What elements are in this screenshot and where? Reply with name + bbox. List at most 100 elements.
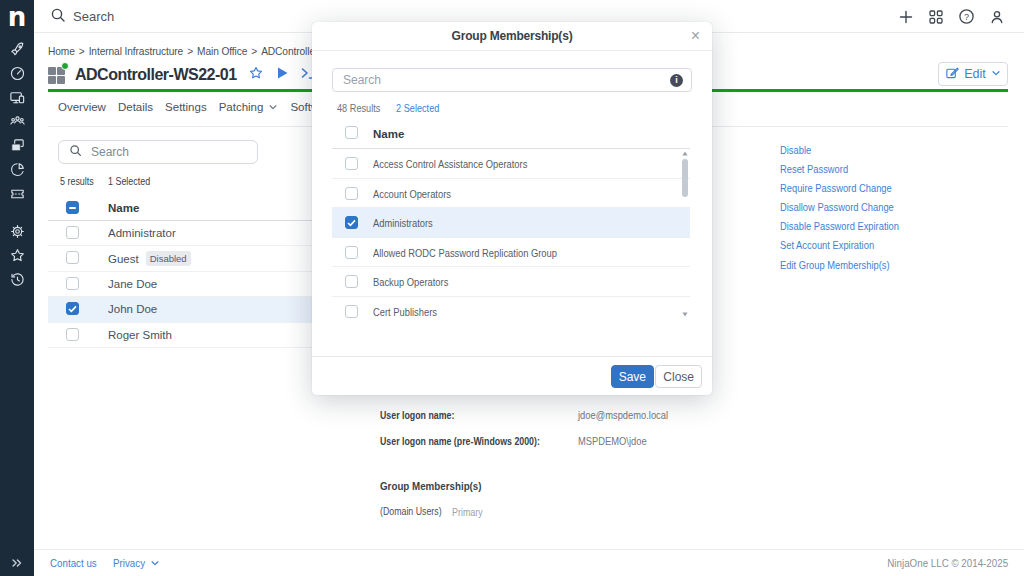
- row-checkbox[interactable]: [345, 246, 358, 259]
- row-checkbox[interactable]: [66, 251, 79, 264]
- save-button[interactable]: Save: [611, 365, 654, 388]
- results-count: 5 results: [60, 175, 100, 187]
- action-edit-group-membership[interactable]: Edit Group Membership(s): [780, 259, 920, 278]
- group-membership-modal: Group Membership(s) × Search i 48 Result…: [312, 22, 712, 395]
- modal-title: Group Membership(s): [312, 22, 712, 51]
- select-all-checkbox[interactable]: [66, 201, 79, 214]
- row-checkbox[interactable]: [66, 302, 79, 315]
- contact-us-link[interactable]: Contact us: [50, 557, 105, 569]
- table-row[interactable]: Administrator: [48, 221, 348, 246]
- run-play-icon[interactable]: [276, 66, 289, 84]
- edit-pencil-icon: [945, 66, 959, 83]
- group-row[interactable]: Backup Operators: [332, 267, 690, 297]
- history-icon[interactable]: [0, 267, 34, 291]
- selected-count: 1 Selected: [108, 175, 158, 187]
- select-all-checkbox[interactable]: [345, 126, 358, 139]
- modal-results-count: 48 Results: [337, 102, 388, 114]
- privacy-link[interactable]: Privacy: [113, 557, 160, 569]
- tab-patching[interactable]: Patching: [219, 101, 279, 113]
- info-icon[interactable]: i: [670, 74, 683, 87]
- scrollbar[interactable]: [682, 151, 689, 317]
- row-checkbox[interactable]: [66, 328, 79, 341]
- sidebar: n: [0, 0, 34, 576]
- modal-header: Group Membership(s) ×: [312, 22, 712, 51]
- table-row[interactable]: GuestDisabled: [48, 246, 348, 271]
- group-row[interactable]: Cert Publishers: [332, 297, 690, 321]
- sidebar-expand-button[interactable]: [0, 556, 34, 570]
- modal-table-header: Name: [332, 120, 690, 148]
- membership-name: (Domain Users): [380, 505, 457, 517]
- modal-footer: Save Close: [312, 356, 712, 395]
- search-placeholder: Search: [73, 9, 114, 24]
- breadcrumb-org[interactable]: Internal Infrastructure: [89, 46, 184, 57]
- close-button[interactable]: Close: [655, 365, 702, 388]
- row-checkbox[interactable]: [345, 157, 358, 170]
- windows-os-icon: [48, 66, 66, 84]
- edit-button[interactable]: Edit: [938, 62, 1008, 86]
- detail-value: jdoe@mspdemo.local: [578, 409, 684, 421]
- add-icon[interactable]: [898, 9, 914, 25]
- favorites-icon[interactable]: [0, 243, 34, 267]
- table-row[interactable]: Jane Doe: [48, 272, 348, 297]
- user-icon[interactable]: [989, 9, 1005, 25]
- tab-details[interactable]: Details: [118, 101, 153, 113]
- rocket-icon[interactable]: [0, 37, 34, 61]
- breadcrumb-location[interactable]: Main Office: [197, 46, 247, 57]
- row-checkbox[interactable]: [345, 305, 358, 318]
- detail-value: MSPDEMO\jdoe: [578, 435, 659, 447]
- scroll-up-icon[interactable]: [682, 151, 688, 156]
- ninjaone-logo[interactable]: n: [0, 2, 34, 32]
- membership-primary-tag: Primary: [452, 506, 488, 518]
- row-checkbox[interactable]: [345, 187, 358, 200]
- row-checkbox[interactable]: [66, 226, 79, 239]
- action-disallow-password-change[interactable]: Disallow Password Change: [780, 201, 920, 220]
- action-set-account-expiration[interactable]: Set Account Expiration: [780, 239, 920, 258]
- group-membership-section-title: Group Membership(s): [380, 480, 499, 492]
- close-icon[interactable]: ×: [691, 22, 700, 49]
- group-row[interactable]: Account Operators: [332, 179, 690, 209]
- group-row-selected[interactable]: Administrators: [332, 208, 690, 238]
- reports-icon[interactable]: [0, 157, 34, 181]
- modal-search[interactable]: Search i: [332, 68, 692, 92]
- global-search[interactable]: Search: [50, 0, 114, 33]
- svg-text:?: ?: [964, 12, 969, 22]
- row-checkbox[interactable]: [345, 216, 358, 229]
- favorite-star-icon[interactable]: [248, 65, 264, 85]
- scrollbar-thumb[interactable]: [682, 159, 688, 197]
- settings-icon[interactable]: [0, 219, 34, 243]
- ninjaone-app: n: [0, 0, 1024, 576]
- layers-icon[interactable]: [0, 133, 34, 157]
- action-require-password-change[interactable]: Require Password Change: [780, 182, 920, 201]
- user-table-header: Name: [48, 196, 348, 221]
- help-icon[interactable]: ?: [958, 8, 975, 25]
- end-users-icon[interactable]: [0, 109, 34, 133]
- detail-label: User logon name (pre-Windows 2000):: [380, 435, 580, 447]
- dashboard-icon[interactable]: [0, 61, 34, 85]
- tab-overview[interactable]: Overview: [58, 101, 106, 113]
- chevron-down-icon: [991, 67, 1001, 81]
- tab-settings[interactable]: Settings: [165, 101, 207, 113]
- copyright: NinjaOne LLC © 2014-2025: [866, 557, 1008, 569]
- table-row[interactable]: Roger Smith: [48, 323, 348, 348]
- row-checkbox[interactable]: [345, 275, 358, 288]
- modal-selected-count[interactable]: 2 Selected: [396, 102, 447, 114]
- action-disable-password-expiration[interactable]: Disable Password Expiration: [780, 220, 920, 239]
- devices-icon[interactable]: [0, 85, 34, 109]
- detail-label: User logon name:: [380, 409, 473, 421]
- action-reset-password[interactable]: Reset Password: [780, 163, 920, 182]
- apps-grid-icon[interactable]: [928, 9, 944, 25]
- page-title: ADController-WS22-01: [75, 66, 237, 84]
- action-disable[interactable]: Disable: [780, 144, 920, 163]
- user-list-search[interactable]: Search: [58, 140, 258, 164]
- group-row[interactable]: Access Control Assistance Operators: [332, 149, 690, 179]
- online-status-dot: [61, 62, 69, 70]
- group-row[interactable]: Allowed RODC Password Replication Group: [332, 238, 690, 268]
- disabled-badge: Disabled: [146, 251, 191, 266]
- row-checkbox[interactable]: [66, 277, 79, 290]
- table-row-selected[interactable]: John Doe: [48, 297, 348, 322]
- scroll-down-icon[interactable]: [682, 312, 688, 317]
- footer: Contact us Privacy NinjaOne LLC © 2014-2…: [34, 549, 1024, 576]
- user-actions: Disable Reset Password Require Password …: [780, 144, 920, 278]
- breadcrumb-home[interactable]: Home: [48, 46, 75, 57]
- ticketing-icon[interactable]: [0, 181, 34, 205]
